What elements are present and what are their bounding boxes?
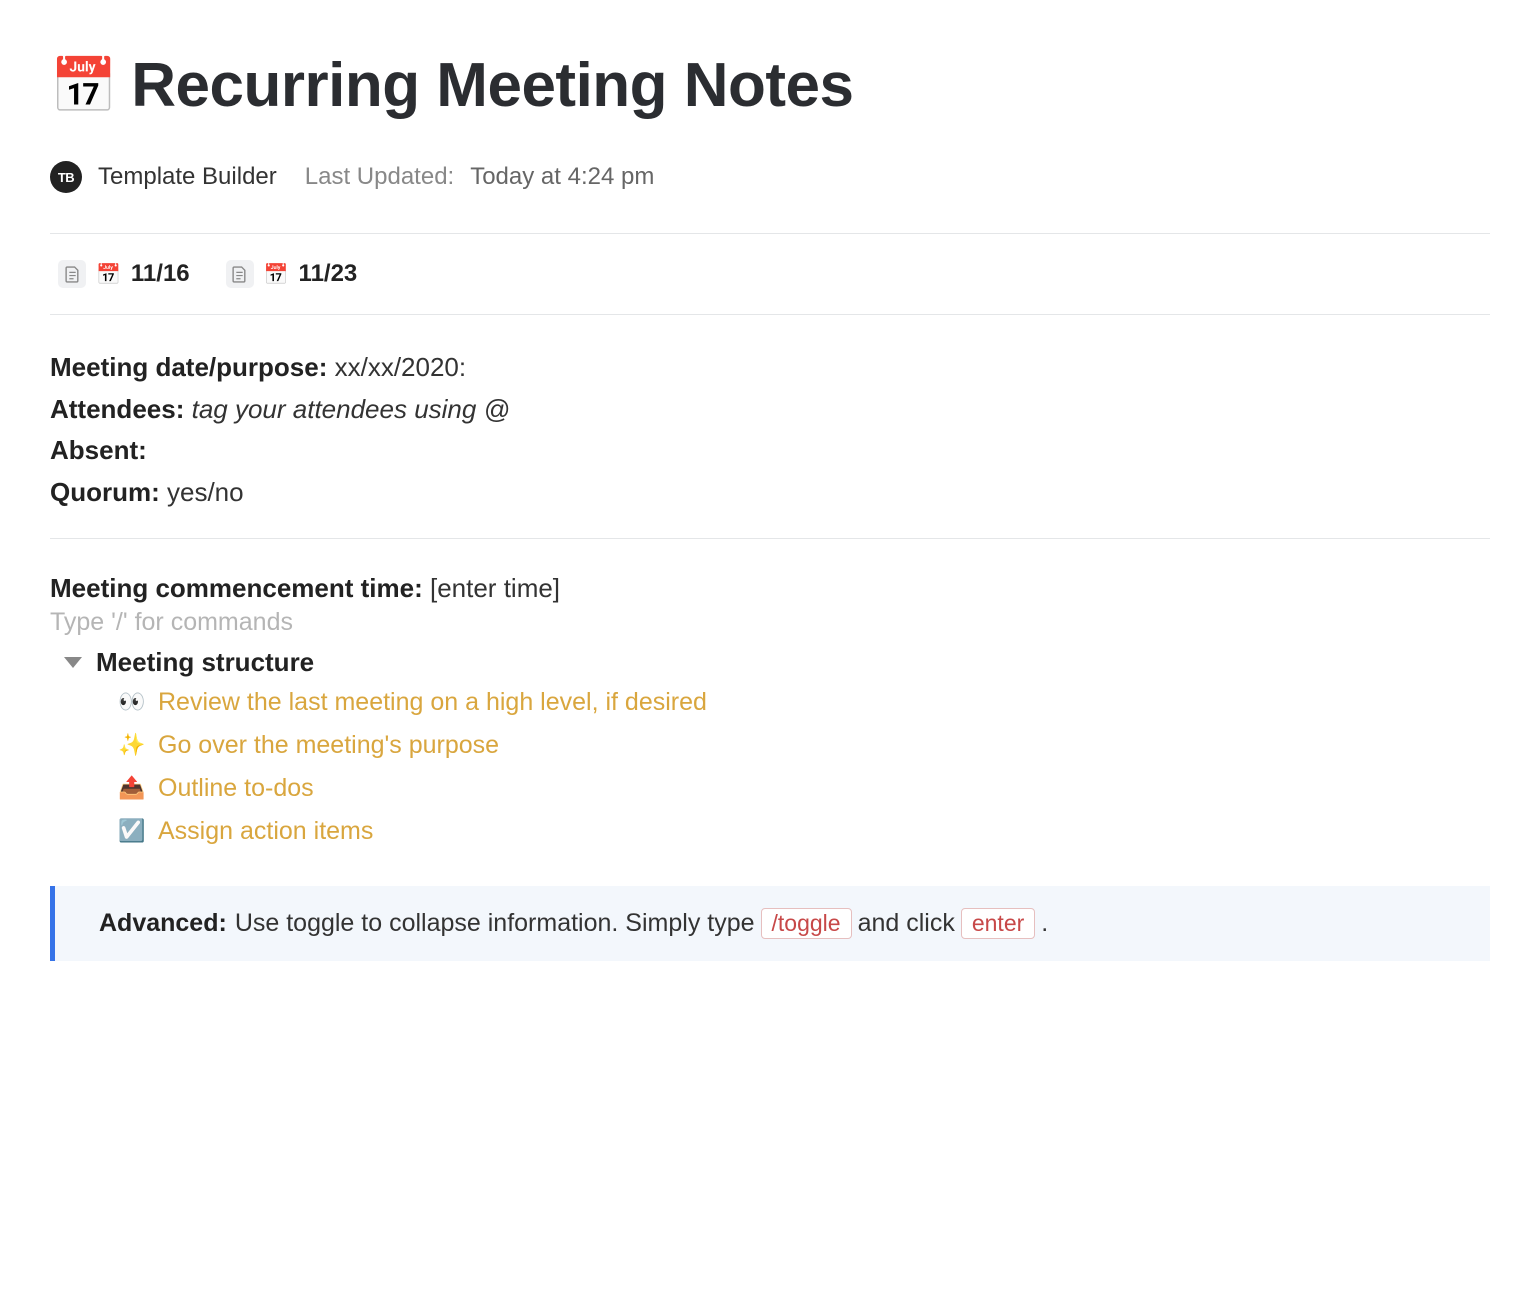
- toggle-items: 👀 Review the last meeting on a high leve…: [64, 688, 1490, 846]
- document-icon: [226, 260, 254, 288]
- calendar-icon: 📅: [50, 59, 117, 113]
- last-updated-value: Today at 4:24 pm: [470, 163, 654, 191]
- callout-label: Advanced:: [99, 909, 227, 938]
- advanced-callout[interactable]: Advanced: Use toggle to collapse informa…: [50, 886, 1490, 961]
- eyes-icon: 👀: [118, 689, 144, 715]
- subpage-label: 11/23: [299, 260, 358, 288]
- list-item[interactable]: ✨ Go over the meeting's purpose: [118, 731, 1490, 760]
- last-updated-label: Last Updated:: [305, 163, 454, 191]
- calendar-icon: 📅: [96, 262, 121, 287]
- field-value[interactable]: tag your attendees using @: [192, 394, 510, 424]
- field-value[interactable]: xx/xx/2020:: [335, 352, 467, 382]
- document-icon: [58, 260, 86, 288]
- field-commencement-time[interactable]: Meeting commencement time: [enter time]: [50, 573, 1490, 604]
- list-item-text[interactable]: Assign action items: [158, 817, 373, 846]
- toggle-block: Meeting structure 👀 Review the last meet…: [50, 647, 1490, 846]
- field-label: Absent:: [50, 435, 147, 465]
- list-item-text[interactable]: Review the last meeting on a high level,…: [158, 688, 707, 717]
- field-label: Meeting commencement time:: [50, 573, 423, 603]
- calendar-icon: 📅: [264, 262, 289, 287]
- list-item[interactable]: ☑️ Assign action items: [118, 817, 1490, 846]
- field-absent[interactable]: Absent:: [50, 432, 1490, 470]
- toggle-title[interactable]: Meeting structure: [96, 647, 314, 678]
- subpage-link[interactable]: 📅 11/16: [58, 260, 190, 288]
- field-value[interactable]: yes/no: [167, 477, 244, 507]
- code-chip-toggle: /toggle: [761, 908, 852, 939]
- subpages-row: 📅 11/16 📅 11/23: [50, 234, 1490, 314]
- avatar[interactable]: TB: [50, 161, 82, 193]
- field-label: Attendees:: [50, 394, 184, 424]
- callout-text: .: [1041, 909, 1048, 938]
- toggle-header[interactable]: Meeting structure: [64, 647, 1490, 678]
- subpage-link[interactable]: 📅 11/23: [226, 260, 358, 288]
- meta-row: TB Template Builder Last Updated: Today …: [50, 161, 1490, 193]
- callout-text: Use toggle to collapse information. Simp…: [235, 909, 755, 938]
- field-label: Meeting date/purpose:: [50, 352, 327, 382]
- subpage-label: 11/16: [131, 260, 190, 288]
- field-value[interactable]: [enter time]: [430, 573, 560, 603]
- callout-text: and click: [858, 909, 955, 938]
- code-chip-enter: enter: [961, 908, 1035, 939]
- list-item[interactable]: 📤 Outline to-dos: [118, 774, 1490, 803]
- meeting-fields[interactable]: Meeting date/purpose: xx/xx/2020: Attend…: [50, 315, 1490, 538]
- list-item-text[interactable]: Go over the meeting's purpose: [158, 731, 499, 760]
- editor-placeholder[interactable]: Type '/' for commands: [50, 608, 1490, 637]
- page-title-row: 📅 Recurring Meeting Notes: [50, 50, 1490, 121]
- field-meeting-date[interactable]: Meeting date/purpose: xx/xx/2020:: [50, 349, 1490, 387]
- page-title[interactable]: Recurring Meeting Notes: [131, 50, 853, 121]
- field-attendees[interactable]: Attendees: tag your attendees using @: [50, 391, 1490, 429]
- checkbox-icon: ☑️: [118, 818, 144, 844]
- sparkles-icon: ✨: [118, 732, 144, 758]
- outbox-icon: 📤: [118, 775, 144, 801]
- field-quorum[interactable]: Quorum: yes/no: [50, 474, 1490, 512]
- author-name[interactable]: Template Builder: [98, 163, 277, 191]
- list-item[interactable]: 👀 Review the last meeting on a high leve…: [118, 688, 1490, 717]
- list-item-text[interactable]: Outline to-dos: [158, 774, 314, 803]
- field-label: Quorum:: [50, 477, 160, 507]
- section-commencement: Meeting commencement time: [enter time] …: [50, 539, 1490, 961]
- chevron-down-icon[interactable]: [64, 657, 82, 668]
